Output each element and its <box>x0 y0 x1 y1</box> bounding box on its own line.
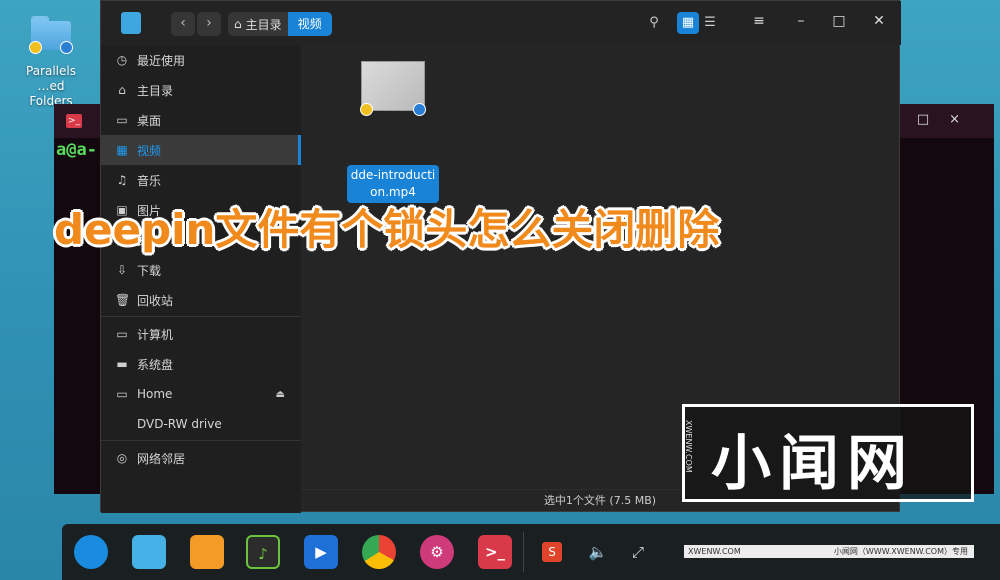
share-badge-icon <box>60 41 73 54</box>
network-icon: ◎ <box>116 451 128 465</box>
desktop-icon-label: Parallels …ed Folders <box>26 64 76 108</box>
sidebar-divider <box>101 440 301 441</box>
sidebar-item-downloads[interactable]: ⇩ 下载 <box>101 255 301 285</box>
terminal-prompt: a@a- <box>56 140 97 160</box>
home-icon: ⌂ <box>234 17 242 31</box>
search-icon[interactable]: ⚲ <box>643 12 665 34</box>
folder-icon <box>29 14 73 54</box>
sidebar-item-recent[interactable]: ◷ 最近使用 <box>101 45 301 75</box>
download-icon: ⇩ <box>116 263 128 277</box>
breadcrumb-current[interactable]: 视频 <box>287 12 332 36</box>
menu-button[interactable]: ≡ <box>749 13 769 29</box>
network-tray-icon[interactable]: ⤢ <box>628 542 648 562</box>
file-manager-app-icon[interactable] <box>132 535 166 569</box>
file-manager-logo-icon <box>121 12 141 34</box>
eject-icon[interactable]: ⏏ <box>276 389 285 400</box>
music-icon: ♫ <box>116 173 128 187</box>
settings-icon[interactable]: ⚙ <box>420 535 454 569</box>
sidebar: ◷ 最近使用 ⌂ 主目录 ▭ 桌面 ▦ 视频 ♫ 音乐 ▣ 图片 ▤ 文档 ⇩ 下载 🗑 回收站 … <box>101 45 301 513</box>
watermark-side-text: XWENW.COM <box>684 420 693 473</box>
maximize-button[interactable]: □ <box>829 13 849 29</box>
desktop-icon-parallels-shared-folders[interactable]: Parallels …ed Folders <box>14 14 88 109</box>
watermark-title: 小闻网 <box>711 429 915 499</box>
watermark-footer: XWENW.COM 小闻网（WWW.XWENW.COM）专用 <box>684 545 974 558</box>
terminal-window-controls[interactable]: –□× <box>890 112 980 127</box>
share-badge-icon <box>413 103 426 116</box>
sidebar-item-system-disk[interactable]: ▬ 系统盘 <box>101 349 301 379</box>
sidebar-item-home-drive[interactable]: ▭ Home ⏏ <box>101 379 301 409</box>
sidebar-item-network[interactable]: ◎ 网络邻居 <box>101 443 301 473</box>
terminal-app-icon[interactable]: >_ <box>478 535 512 569</box>
music-app-icon[interactable]: ♪ <box>246 535 280 569</box>
video-thumbnail[interactable] <box>360 61 426 116</box>
lock-badge-icon <box>360 103 373 116</box>
computer-icon: ▭ <box>116 327 128 341</box>
dock-divider <box>523 532 524 572</box>
close-button[interactable]: ✕ <box>869 13 889 29</box>
sidebar-item-desktop[interactable]: ▭ 桌面 <box>101 105 301 135</box>
sidebar-item-dvd[interactable]: DVD-RW drive <box>101 409 301 439</box>
icon-view-button[interactable]: ▦ <box>677 12 699 34</box>
lock-badge-icon <box>29 41 42 54</box>
sidebar-item-home[interactable]: ⌂ 主目录 <box>101 75 301 105</box>
file-manager-titlebar[interactable]: ‹ › ⌂ 主目录 视频 ⚲ ▦ ☰ ≡ – □ ✕ <box>101 1 901 45</box>
drive-icon: ▭ <box>116 387 128 401</box>
sidebar-item-videos[interactable]: ▦ 视频 <box>101 135 301 165</box>
chrome-icon[interactable] <box>362 535 396 569</box>
video-app-icon[interactable]: ▶ <box>304 535 338 569</box>
trash-icon: 🗑 <box>115 293 131 307</box>
video-icon: ▦ <box>116 143 128 157</box>
volume-icon[interactable]: 🔈 <box>588 542 608 562</box>
sidebar-divider <box>101 316 301 317</box>
breadcrumb-home[interactable]: ⌂ 主目录 <box>228 16 288 33</box>
input-method-icon[interactable]: S <box>542 542 562 562</box>
sidebar-item-computer[interactable]: ▭ 计算机 <box>101 319 301 349</box>
home-icon: ⌂ <box>118 83 126 97</box>
forward-button[interactable]: › <box>197 12 221 36</box>
disk-icon: ▬ <box>116 357 128 371</box>
terminal-logo-icon: >_ <box>66 114 82 128</box>
app-store-icon[interactable] <box>190 535 224 569</box>
desktop-icon: ▭ <box>116 113 128 127</box>
sidebar-item-music[interactable]: ♫ 音乐 <box>101 165 301 195</box>
list-view-button[interactable]: ☰ <box>699 12 721 34</box>
overlay-title: deepin文件有个锁头怎么关闭删除 <box>54 205 720 254</box>
back-button[interactable]: ‹ <box>171 12 195 36</box>
launcher-icon[interactable] <box>74 535 108 569</box>
breadcrumb[interactable]: ⌂ 主目录 视频 <box>228 12 332 36</box>
clock-icon: ◷ <box>116 53 128 67</box>
sidebar-item-trash[interactable]: 🗑 回收站 <box>101 285 301 315</box>
minimize-button[interactable]: – <box>791 13 811 29</box>
watermark-box: 小闻网 <box>682 404 974 502</box>
